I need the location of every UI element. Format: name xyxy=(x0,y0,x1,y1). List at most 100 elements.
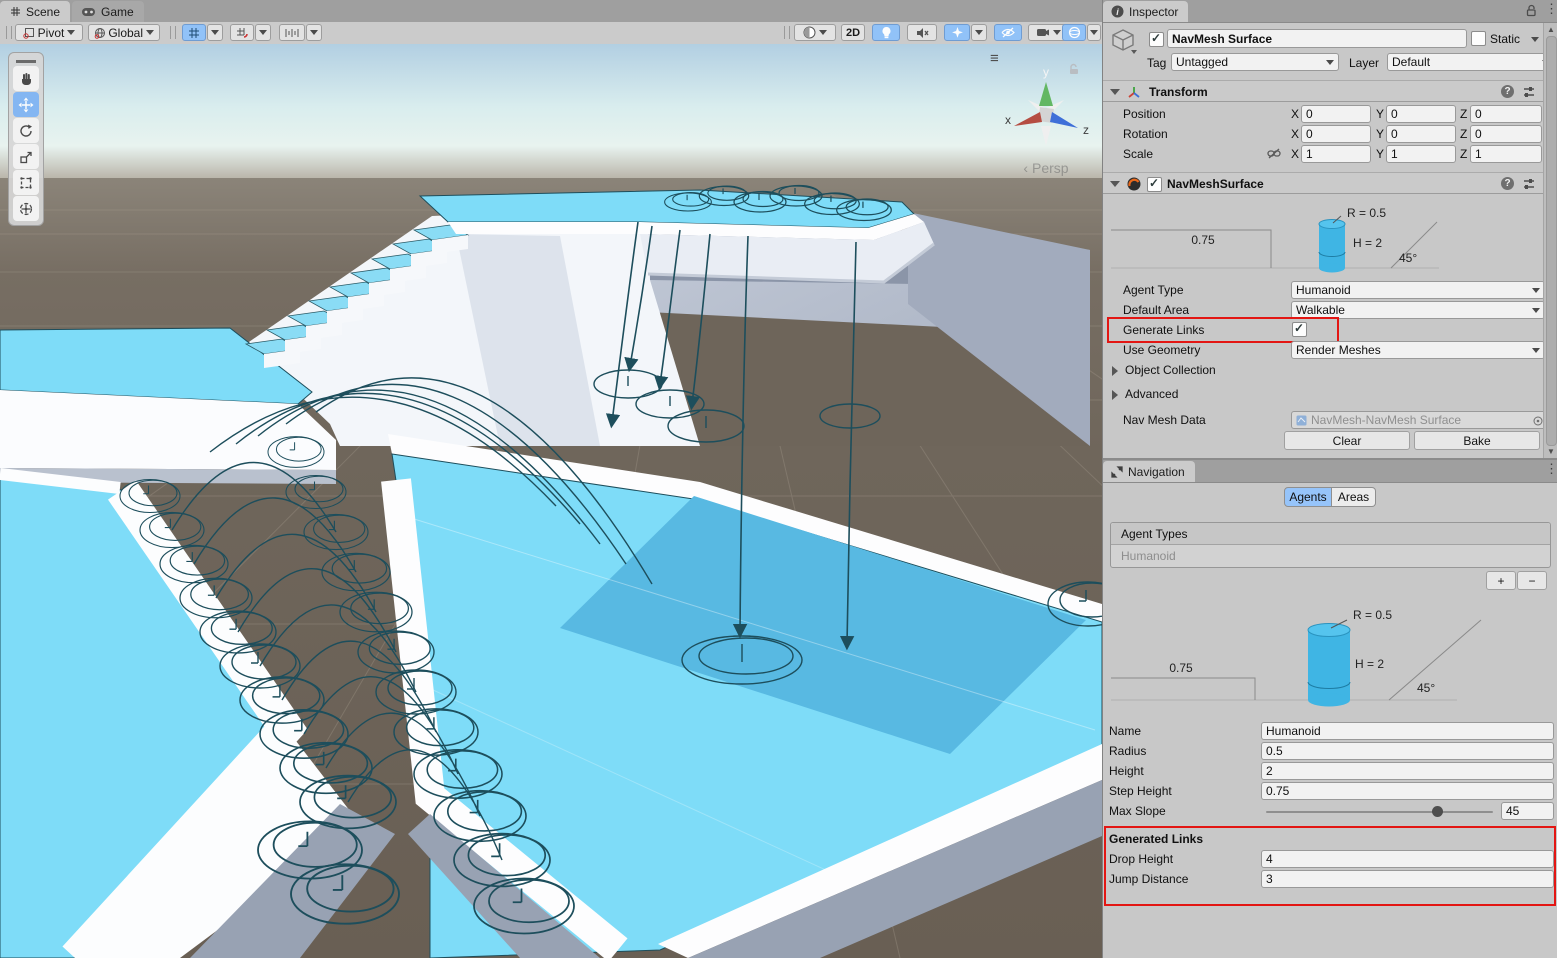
scene-visibility-button[interactable] xyxy=(994,24,1022,41)
axis-x-label: x xyxy=(1005,113,1011,127)
navmeshsurface-header[interactable]: NavMeshSurface ? ⋮ xyxy=(1103,172,1557,194)
pivot-button[interactable]: Pivot xyxy=(15,24,83,41)
scale-z-field[interactable]: 1 xyxy=(1470,145,1542,163)
lighting-toggle-button[interactable] xyxy=(872,24,900,41)
snap-increment-dropdown[interactable] xyxy=(306,24,322,41)
tab-game-label: Game xyxy=(101,5,134,19)
axis-z-label: z xyxy=(1083,123,1089,137)
max-slope-slider[interactable] xyxy=(1266,811,1493,813)
persp-label[interactable]: ‹ Persp xyxy=(1000,160,1092,176)
foldout-icon[interactable] xyxy=(1112,390,1118,400)
rotation-x-field[interactable]: 0 xyxy=(1301,125,1371,143)
transform-header[interactable]: Transform ? ⋮ xyxy=(1103,80,1557,102)
rect-tool-button[interactable] xyxy=(13,170,39,195)
foldout-icon[interactable] xyxy=(1112,366,1118,376)
object-picker-icon[interactable] xyxy=(1533,416,1543,426)
nav-mesh-data-field[interactable]: NavMesh-NavMesh Surface xyxy=(1291,411,1547,429)
advanced-foldout[interactable]: Advanced xyxy=(1125,387,1178,401)
drop-height-field[interactable]: 4 xyxy=(1261,850,1554,868)
remove-agent-button[interactable]: − xyxy=(1517,571,1547,590)
areas-tab-button[interactable]: Areas xyxy=(1332,487,1376,507)
foldout-icon[interactable] xyxy=(1110,181,1120,187)
orientation-gizmo[interactable]: y x z ‹ Persp xyxy=(1000,64,1092,194)
scale-label: Scale xyxy=(1123,147,1153,161)
foldout-icon[interactable] xyxy=(1110,89,1120,95)
rotation-y-field[interactable]: 0 xyxy=(1386,125,1456,143)
component-enabled-checkbox[interactable] xyxy=(1147,177,1162,192)
navigation-menu-icon[interactable]: ⋮ xyxy=(1545,464,1557,474)
unlock-icon[interactable] xyxy=(1525,4,1537,22)
default-area-dropdown[interactable]: Walkable xyxy=(1291,301,1545,319)
height-field[interactable]: 2 xyxy=(1261,762,1554,780)
axis-label: X xyxy=(1291,127,1299,141)
gameobject-name-field[interactable]: NavMesh Surface xyxy=(1167,29,1467,48)
audio-toggle-button[interactable] xyxy=(907,24,937,41)
agent-type-list-item[interactable]: Humanoid xyxy=(1111,545,1550,567)
tools-overlay: ▬▬ xyxy=(8,52,44,226)
scale-x-field[interactable]: 1 xyxy=(1301,145,1371,163)
name-field[interactable]: Humanoid xyxy=(1261,722,1554,740)
pivot-label: Pivot xyxy=(38,26,65,40)
scene-viewport[interactable]: ▬▬ ≡ xyxy=(0,44,1102,958)
use-geometry-dropdown[interactable]: Render Meshes xyxy=(1291,341,1545,359)
agent-type-dropdown[interactable]: Humanoid xyxy=(1291,281,1545,299)
tag-dropdown[interactable]: Untagged xyxy=(1171,53,1339,71)
gizmos-button[interactable] xyxy=(1062,24,1086,41)
inspector-menu-icon[interactable]: ⋮ xyxy=(1545,4,1557,14)
scrollbar-thumb[interactable] xyxy=(1546,36,1557,446)
move-tool-button[interactable] xyxy=(13,92,39,117)
2d-toggle-button[interactable]: 2D xyxy=(841,24,865,41)
scale-y-field[interactable]: 1 xyxy=(1386,145,1456,163)
rotate-tool-button[interactable] xyxy=(13,118,39,143)
draw-mode-button[interactable] xyxy=(794,24,836,41)
help-icon[interactable]: ? xyxy=(1501,177,1514,190)
object-collection-foldout[interactable]: Object Collection xyxy=(1125,363,1216,377)
static-dropdown-icon[interactable] xyxy=(1531,37,1539,42)
slider-thumb[interactable] xyxy=(1432,806,1443,817)
position-z-field[interactable]: 0 xyxy=(1470,105,1542,123)
position-x-field[interactable]: 0 xyxy=(1301,105,1371,123)
overlay-menu-icon[interactable]: ≡ xyxy=(990,50,998,67)
svg-text:0.75: 0.75 xyxy=(1169,661,1193,675)
scroll-down-icon[interactable]: ▼ xyxy=(1544,447,1557,456)
clear-button[interactable]: Clear xyxy=(1284,431,1410,450)
radius-field[interactable]: 0.5 xyxy=(1261,742,1554,760)
presets-icon[interactable] xyxy=(1522,177,1536,191)
gizmos-dropdown[interactable] xyxy=(1087,24,1101,41)
inspector-scrollbar[interactable]: ▲ ▼ xyxy=(1543,23,1557,458)
help-icon[interactable]: ? xyxy=(1501,85,1514,98)
snap-increment-button[interactable] xyxy=(279,24,305,41)
rotation-z-field[interactable]: 0 xyxy=(1470,125,1542,143)
scale-tool-button[interactable] xyxy=(13,144,39,169)
position-y-field[interactable]: 0 xyxy=(1386,105,1456,123)
jump-distance-field[interactable]: 3 xyxy=(1261,870,1554,888)
add-agent-button[interactable]: + xyxy=(1486,571,1516,590)
snap-grid-dropdown[interactable] xyxy=(255,24,271,41)
grid-visibility-dropdown[interactable] xyxy=(207,24,223,41)
presets-icon[interactable] xyxy=(1522,85,1536,99)
bake-button[interactable]: Bake xyxy=(1414,431,1540,450)
default-area-label: Default Area xyxy=(1123,303,1189,317)
view-tool-button[interactable] xyxy=(13,66,39,91)
overlay-drag-handle[interactable]: ▬▬ xyxy=(11,55,41,65)
transform-tool-button[interactable] xyxy=(13,196,39,221)
gameobject-active-checkbox[interactable] xyxy=(1149,32,1164,47)
tab-navigation[interactable]: Navigation xyxy=(1103,461,1195,482)
grid-visibility-button[interactable] xyxy=(182,24,206,41)
link-broken-icon[interactable] xyxy=(1267,147,1281,160)
generate-links-checkbox[interactable] xyxy=(1292,322,1307,337)
tab-inspector[interactable]: i Inspector xyxy=(1103,1,1188,22)
max-slope-field[interactable]: 45 xyxy=(1501,802,1554,820)
effects-button[interactable] xyxy=(944,24,970,41)
agents-tab-button[interactable]: Agents xyxy=(1284,487,1332,507)
tab-game[interactable]: Game xyxy=(72,1,144,22)
global-button[interactable]: Global xyxy=(88,24,160,41)
static-checkbox[interactable] xyxy=(1471,31,1486,46)
step-height-field[interactable]: 0.75 xyxy=(1261,782,1554,800)
layer-dropdown[interactable]: Default xyxy=(1387,53,1555,71)
effects-dropdown[interactable] xyxy=(971,24,987,41)
snap-grid-button[interactable] xyxy=(230,24,254,41)
toolbar-handle[interactable] xyxy=(6,26,12,39)
tab-scene[interactable]: Scene xyxy=(0,1,70,22)
scroll-up-icon[interactable]: ▲ xyxy=(1544,25,1557,34)
